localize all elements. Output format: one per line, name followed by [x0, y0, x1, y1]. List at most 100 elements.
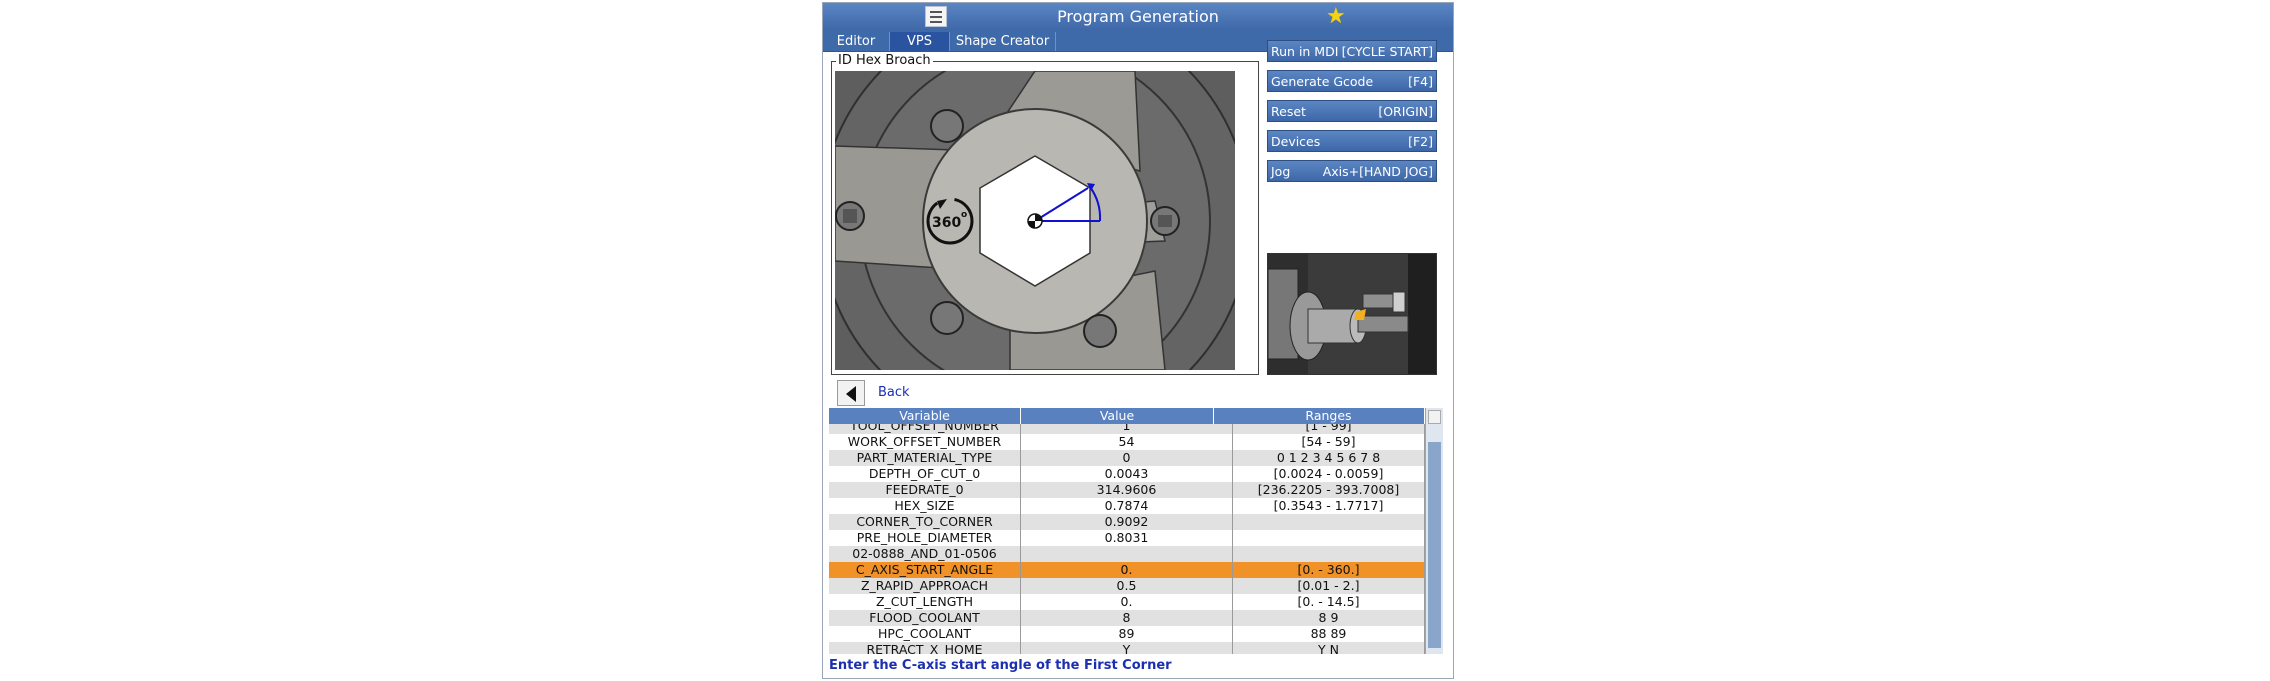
scroll-thumb[interactable] — [1428, 442, 1441, 648]
cell-value[interactable]: 0. — [1021, 562, 1233, 578]
cell-value[interactable]: 0 — [1021, 450, 1233, 466]
table-row[interactable]: CORNER_TO_CORNER 0.9092 — [829, 514, 1425, 530]
cell-variable: PART_MATERIAL_TYPE — [829, 450, 1021, 466]
reset-button[interactable]: Reset [ORIGIN] — [1267, 100, 1437, 122]
table-header: Variable Value Ranges — [829, 408, 1425, 424]
cell-ranges: 88 89 — [1233, 626, 1425, 642]
cell-variable: CORNER_TO_CORNER — [829, 514, 1021, 530]
run-in-mdi-key: [CYCLE START] — [1341, 44, 1433, 59]
column-header-value: Value — [1021, 408, 1214, 424]
cell-variable: Z_RAPID_APPROACH — [829, 578, 1021, 594]
table-row[interactable]: HEX_SIZE 0.7874 [0.3543 - 1.7717] — [829, 498, 1425, 514]
cell-value[interactable]: 0.5 — [1021, 578, 1233, 594]
illustration-svg: 360 o — [835, 71, 1235, 370]
cell-value[interactable]: 0.0043 — [1021, 466, 1233, 482]
variables-table: Variable Value Ranges TOOL_OFFSET_NUMBER… — [829, 408, 1443, 654]
table-body: TOOL_OFFSET_NUMBER 1 [1 - 99] WORK_OFFSET_N… — [829, 424, 1425, 654]
table-row-selected[interactable]: C_AXIS_START_ANGLE 0. [0. - 360.] — [829, 562, 1425, 578]
cell-variable: TOOL_OFFSET_NUMBER — [829, 424, 1021, 434]
table-row[interactable]: RETRACT_X_HOME Y Y N — [829, 642, 1425, 654]
table-row[interactable]: FEEDRATE_0 314.9606 [236.2205 - 393.7008] — [829, 482, 1425, 498]
cell-ranges — [1233, 514, 1425, 530]
generate-gcode-label: Generate Gcode — [1271, 74, 1374, 89]
jog-label: Jog — [1271, 164, 1291, 179]
hex-broach-illustration: 360 o — [835, 71, 1235, 370]
table-row[interactable]: PART_MATERIAL_TYPE 0 0 1 2 3 4 5 6 7 8 — [829, 450, 1425, 466]
window-title: Program Generation — [1057, 7, 1219, 26]
column-header-variable: Variable — [829, 408, 1021, 424]
cell-ranges: [54 - 59] — [1233, 434, 1425, 450]
favorite-star-icon[interactable]: ★ — [1326, 5, 1346, 29]
cell-variable: 02-0888_AND_01-0506 — [829, 546, 1021, 562]
cell-ranges: [0.0024 - 0.0059] — [1233, 466, 1425, 482]
angle-degree-mark: o — [961, 210, 967, 220]
cell-variable: WORK_OFFSET_NUMBER — [829, 434, 1021, 450]
tab-shape-creator[interactable]: Shape Creator — [950, 32, 1056, 51]
column-header-ranges: Ranges — [1233, 408, 1425, 424]
cell-value[interactable]: 0.7874 — [1021, 498, 1233, 514]
cell-value[interactable]: Y — [1021, 642, 1233, 654]
cell-ranges: [1 - 99] — [1233, 424, 1425, 434]
cell-value[interactable] — [1021, 546, 1233, 562]
back-arrow-icon[interactable] — [837, 380, 865, 406]
table-row[interactable]: PRE_HOLE_DIAMETER 0.8031 — [829, 530, 1425, 546]
program-generation-window: Program Generation ★ Editor VPS Shape Cr… — [822, 2, 1454, 679]
cell-value[interactable]: 54 — [1021, 434, 1233, 450]
cell-ranges: 8 9 — [1233, 610, 1425, 626]
machine-preview-image — [1267, 253, 1437, 375]
cell-value[interactable]: 314.9606 — [1021, 482, 1233, 498]
menu-icon[interactable] — [925, 6, 947, 27]
table-row[interactable]: DEPTH_OF_CUT_0 0.0043 [0.0024 - 0.0059] — [829, 466, 1425, 482]
cell-variable: FLOOD_COOLANT — [829, 610, 1021, 626]
scroll-up-button[interactable] — [1428, 410, 1441, 424]
table-row[interactable]: HPC_COOLANT 89 88 89 — [829, 626, 1425, 642]
angle-360-label: 360 — [932, 215, 961, 231]
cell-ranges: [236.2205 - 393.7008] — [1233, 482, 1425, 498]
table-row[interactable]: WORK_OFFSET_NUMBER 54 [54 - 59] — [829, 434, 1425, 450]
reset-key: [ORIGIN] — [1378, 104, 1433, 119]
table-row[interactable]: Z_CUT_LENGTH 0. [0. - 14.5] — [829, 594, 1425, 610]
cell-ranges: [0. - 14.5] — [1233, 594, 1425, 610]
run-in-mdi-label: Run in MDI — [1271, 44, 1339, 59]
back-link[interactable]: Back — [878, 385, 910, 400]
table-scrollbar[interactable] — [1425, 408, 1443, 654]
cell-ranges: [0.01 - 2.] — [1233, 578, 1425, 594]
cell-variable: FEEDRATE_0 — [829, 482, 1021, 498]
table-row[interactable]: TOOL_OFFSET_NUMBER 1 [1 - 99] — [829, 424, 1425, 434]
cell-ranges — [1233, 546, 1425, 562]
template-panel: ID Hex Broach 360 o — [831, 53, 1259, 375]
reset-label: Reset — [1271, 104, 1306, 119]
run-in-mdi-button[interactable]: Run in MDI [CYCLE START] — [1267, 40, 1437, 62]
jog-button[interactable]: Jog Axis+[HAND JOG] — [1267, 160, 1437, 182]
cell-variable: C_AXIS_START_ANGLE — [829, 562, 1021, 578]
cell-value[interactable]: 1 — [1021, 424, 1233, 434]
cell-ranges: Y N — [1233, 642, 1425, 654]
devices-button[interactable]: Devices [F2] — [1267, 130, 1437, 152]
cell-value[interactable]: 8 — [1021, 610, 1233, 626]
cell-variable: RETRACT_X_HOME — [829, 642, 1021, 654]
cell-ranges: 0 1 2 3 4 5 6 7 8 — [1233, 450, 1425, 466]
cell-ranges — [1233, 530, 1425, 546]
status-message: Enter the C-axis start angle of the Firs… — [829, 658, 1172, 673]
jog-key: Axis+[HAND JOG] — [1322, 164, 1433, 179]
cell-ranges: [0. - 360.] — [1233, 562, 1425, 578]
generate-gcode-button[interactable]: Generate Gcode [F4] — [1267, 70, 1437, 92]
cell-value[interactable]: 0.9092 — [1021, 514, 1233, 530]
cell-ranges: [0.3543 - 1.7717] — [1233, 498, 1425, 514]
devices-label: Devices — [1271, 134, 1321, 149]
cell-value[interactable]: 0. — [1021, 594, 1233, 610]
cell-variable: HPC_COOLANT — [829, 626, 1021, 642]
tab-editor[interactable]: Editor — [823, 32, 890, 51]
cell-variable: PRE_HOLE_DIAMETER — [829, 530, 1021, 546]
table-row[interactable]: FLOOD_COOLANT 8 8 9 — [829, 610, 1425, 626]
tab-vps[interactable]: VPS — [890, 32, 950, 51]
generate-gcode-key: [F4] — [1408, 74, 1433, 89]
table-row[interactable]: Z_RAPID_APPROACH 0.5 [0.01 - 2.] — [829, 578, 1425, 594]
cell-variable: HEX_SIZE — [829, 498, 1021, 514]
cell-value[interactable]: 0.8031 — [1021, 530, 1233, 546]
devices-key: [F2] — [1408, 134, 1433, 149]
cell-value[interactable]: 89 — [1021, 626, 1233, 642]
table-row[interactable]: 02-0888_AND_01-0506 — [829, 546, 1425, 562]
panel-title: ID Hex Broach — [836, 53, 933, 69]
preview-svg — [1268, 254, 1436, 374]
